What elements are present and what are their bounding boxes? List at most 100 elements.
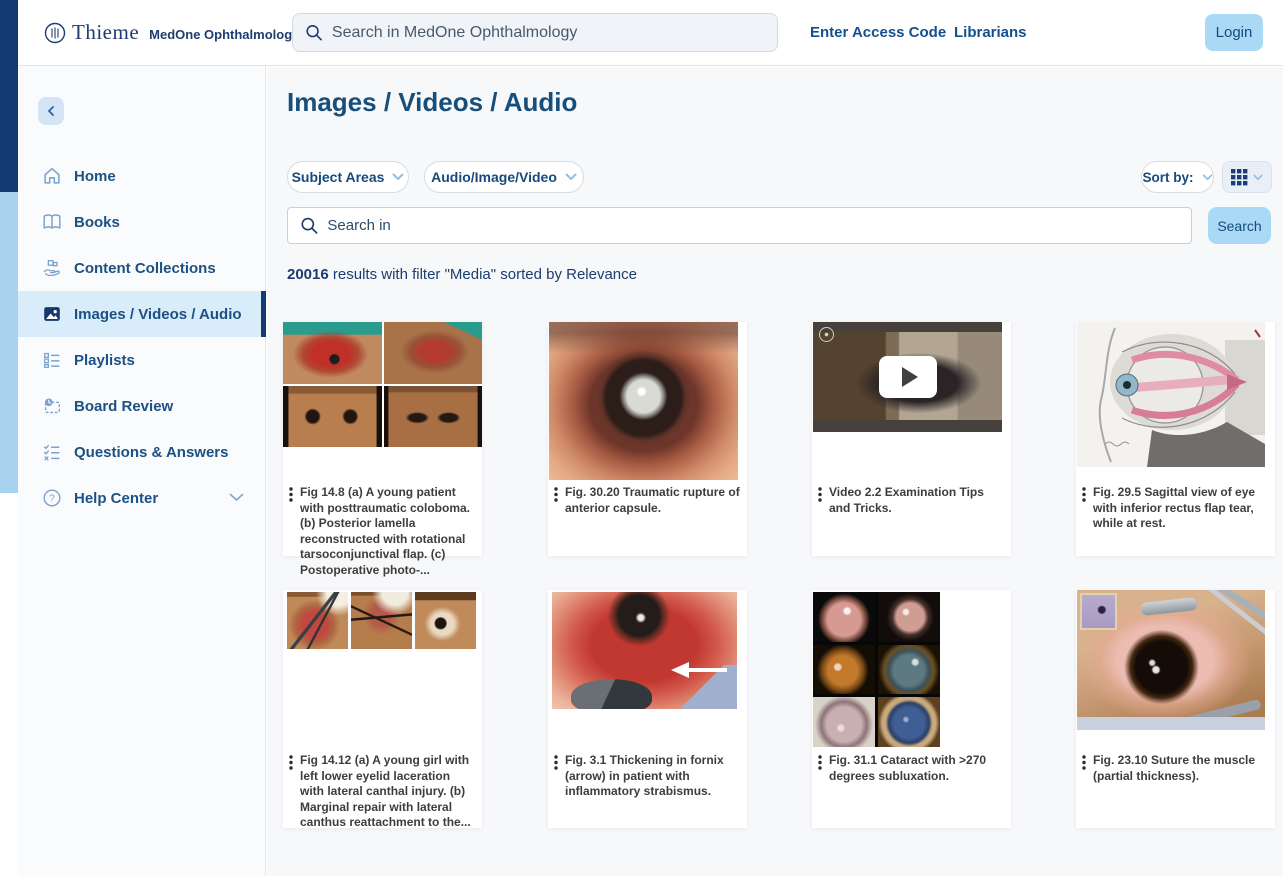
media-caption[interactable]: Fig. 23.10 Suture the muscle (partial th… bbox=[1093, 753, 1269, 784]
book-icon bbox=[40, 210, 64, 234]
search-button[interactable]: Search bbox=[1208, 207, 1271, 244]
home-icon bbox=[40, 164, 64, 188]
video-thumbnail[interactable] bbox=[813, 322, 1002, 432]
board-review-icon bbox=[40, 394, 64, 418]
media-caption[interactable]: Fig. 31.1 Cataract with >270 degrees sub… bbox=[829, 753, 1005, 784]
results-search-input[interactable] bbox=[327, 217, 1179, 234]
caption-row: Fig. 30.20 Traumatic rupture of anterior… bbox=[554, 485, 741, 516]
left-brand-strip-bottom bbox=[0, 192, 18, 493]
media-card[interactable]: Fig 14.8 (a) A young patient with posttr… bbox=[283, 322, 482, 556]
sort-by-dropdown[interactable]: Sort by: bbox=[1141, 161, 1214, 193]
results-search-bar[interactable] bbox=[287, 207, 1192, 244]
media-thumbnail[interactable] bbox=[552, 592, 737, 709]
media-caption[interactable]: Fig. 29.5 Sagittal view of eye with infe… bbox=[1093, 485, 1269, 532]
thumbnail-drape bbox=[1077, 717, 1265, 730]
sidebar-item-help-center[interactable]: ? Help Center bbox=[18, 475, 266, 521]
sidebar-item-label: Images / Videos / Audio bbox=[74, 306, 242, 323]
media-caption[interactable]: Video 2.2 Examination Tips and Tricks. bbox=[829, 485, 1005, 516]
kebab-menu-icon[interactable] bbox=[554, 487, 558, 502]
media-card[interactable]: Fig 14.12 (a) A young girl with left low… bbox=[283, 590, 482, 828]
chevron-down-icon bbox=[565, 173, 577, 181]
media-card[interactable]: Fig. 23.10 Suture the muscle (partial th… bbox=[1076, 590, 1275, 828]
media-thumbnail[interactable] bbox=[1077, 590, 1265, 730]
brand[interactable]: Thieme MedOne Ophthalmology bbox=[44, 20, 299, 45]
thieme-logo-icon bbox=[44, 22, 66, 44]
media-caption[interactable]: Fig 14.8 (a) A young patient with posttr… bbox=[300, 485, 476, 579]
sidebar: Home Books Content Collections bbox=[18, 66, 266, 876]
media-thumbnail[interactable] bbox=[813, 592, 940, 747]
main-content: Images / Videos / Audio Subject Areas Au… bbox=[267, 67, 1283, 876]
caption-row: Video 2.2 Examination Tips and Tricks. bbox=[818, 485, 1005, 516]
kebab-menu-icon[interactable] bbox=[818, 755, 822, 770]
help-circle-icon: ? bbox=[40, 486, 64, 510]
sidebar-item-playlists[interactable]: Playlists bbox=[18, 337, 266, 383]
thumbnail-photo bbox=[878, 592, 940, 642]
top-header: Thieme MedOne Ophthalmology Enter Access… bbox=[18, 0, 1283, 66]
thumbnail-photo bbox=[813, 592, 875, 642]
sidebar-item-label: Help Center bbox=[74, 490, 158, 507]
sidebar-item-content-collections[interactable]: Content Collections bbox=[18, 245, 266, 291]
chevron-down-icon bbox=[392, 173, 404, 181]
media-thumbnail[interactable] bbox=[1077, 322, 1265, 467]
annotation-arrow bbox=[665, 661, 729, 679]
play-icon bbox=[902, 367, 918, 387]
sidebar-item-home[interactable]: Home bbox=[18, 153, 266, 199]
kebab-menu-icon[interactable] bbox=[1082, 755, 1086, 770]
caption-row: Fig. 29.5 Sagittal view of eye with infe… bbox=[1082, 485, 1269, 532]
sidebar-item-label: Home bbox=[74, 168, 116, 185]
sidebar-item-label: Board Review bbox=[74, 398, 173, 415]
qa-checklist-icon bbox=[40, 440, 64, 464]
dropdown-label: Sort by: bbox=[1142, 170, 1193, 185]
media-thumbnail[interactable] bbox=[283, 322, 482, 447]
kebab-menu-icon[interactable] bbox=[554, 755, 558, 770]
thumbnail-photo bbox=[384, 322, 483, 384]
kebab-menu-icon[interactable] bbox=[289, 755, 293, 770]
sidebar-collapse-button[interactable] bbox=[38, 97, 64, 125]
media-card[interactable]: Fig. 29.5 Sagittal view of eye with infe… bbox=[1076, 322, 1275, 556]
grid-view-toggle[interactable] bbox=[1222, 161, 1272, 193]
play-button[interactable] bbox=[879, 356, 937, 398]
audio-image-video-dropdown[interactable]: Audio/Image/Video bbox=[424, 161, 584, 193]
results-summary-text: results with filter "Media" sorted by Re… bbox=[329, 266, 637, 283]
left-brand-strip-top bbox=[0, 0, 18, 192]
search-icon bbox=[305, 23, 323, 42]
librarians-link[interactable]: Librarians bbox=[954, 24, 1027, 41]
global-search-bar[interactable] bbox=[292, 13, 778, 52]
thumbnail-instrument bbox=[1140, 597, 1197, 615]
search-icon bbox=[300, 216, 318, 235]
media-caption[interactable]: Fig. 30.20 Traumatic rupture of anterior… bbox=[565, 485, 741, 516]
media-caption[interactable]: Fig 14.12 (a) A young girl with left low… bbox=[300, 753, 476, 831]
media-card[interactable]: Fig. 31.1 Cataract with >270 degrees sub… bbox=[812, 590, 1011, 828]
sidebar-item-label: Content Collections bbox=[74, 260, 216, 277]
thumbnail-inset-diagram bbox=[1080, 593, 1117, 630]
subject-areas-dropdown[interactable]: Subject Areas bbox=[287, 161, 409, 193]
kebab-menu-icon[interactable] bbox=[818, 487, 822, 502]
media-card[interactable]: Fig. 30.20 Traumatic rupture of anterior… bbox=[548, 322, 747, 556]
media-card[interactable]: Video 2.2 Examination Tips and Tricks. bbox=[812, 322, 1011, 556]
sidebar-item-label: Playlists bbox=[74, 352, 135, 369]
sidebar-item-questions-answers[interactable]: Questions & Answers bbox=[18, 429, 266, 475]
sidebar-item-books[interactable]: Books bbox=[18, 199, 266, 245]
login-button[interactable]: Login bbox=[1205, 14, 1263, 51]
media-caption[interactable]: Fig. 3.1 Thickening in fornix (arrow) in… bbox=[565, 753, 741, 800]
kebab-menu-icon[interactable] bbox=[289, 487, 293, 502]
caption-row: Fig. 23.10 Suture the muscle (partial th… bbox=[1082, 753, 1269, 784]
thumbnail-photo bbox=[813, 645, 875, 695]
thumbnail-photo bbox=[813, 697, 875, 747]
chevron-down-icon bbox=[1253, 174, 1263, 181]
kebab-menu-icon[interactable] bbox=[1082, 487, 1086, 502]
sidebar-item-board-review[interactable]: Board Review bbox=[18, 383, 266, 429]
sidebar-item-images-videos-audio[interactable]: Images / Videos / Audio bbox=[18, 291, 266, 337]
media-thumbnail[interactable] bbox=[287, 592, 479, 650]
results-count: 20016 bbox=[287, 266, 329, 283]
media-thumbnail[interactable] bbox=[549, 322, 738, 480]
sidebar-item-label: Questions & Answers bbox=[74, 444, 228, 461]
results-summary: 20016 results with filter "Media" sorted… bbox=[287, 266, 637, 283]
caption-row: Fig. 31.1 Cataract with >270 degrees sub… bbox=[818, 753, 1005, 784]
enter-access-code-link[interactable]: Enter Access Code bbox=[810, 24, 946, 41]
media-icon bbox=[40, 302, 64, 326]
global-search-input[interactable] bbox=[332, 24, 765, 42]
media-card[interactable]: Fig. 3.1 Thickening in fornix (arrow) in… bbox=[548, 590, 747, 828]
chevron-down-icon bbox=[1202, 174, 1213, 181]
svg-text:?: ? bbox=[49, 494, 55, 505]
